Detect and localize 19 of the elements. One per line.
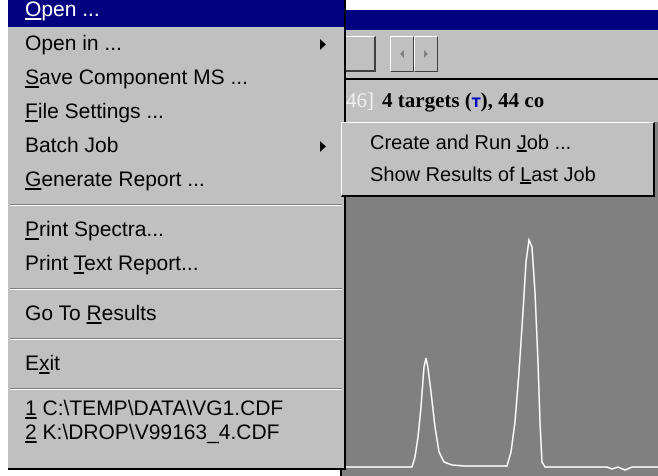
- menu-item[interactable]: Create and Run Job ...: [342, 127, 653, 159]
- menu-item[interactable]: Print Text Report...: [8, 247, 344, 281]
- right-arrow-button[interactable]: [414, 36, 438, 72]
- summary-text: 4 targets (T), 44 co: [382, 87, 544, 114]
- left-arrow-button[interactable]: [390, 36, 414, 72]
- left-arrow-icon: [400, 50, 404, 58]
- menu-item[interactable]: 2 K:\DROP\V99163_4.CDF: [8, 421, 344, 445]
- right-arrow-icon: [424, 50, 428, 58]
- menu-item[interactable]: Open in ...: [8, 27, 344, 61]
- menu-item[interactable]: Batch Job: [8, 129, 344, 163]
- menu-item[interactable]: Print Spectra...: [8, 213, 344, 247]
- menu-item[interactable]: Go To Results: [8, 297, 344, 331]
- menu-item[interactable]: Exit: [8, 347, 344, 381]
- menu-item[interactable]: Generate Report ...: [8, 163, 344, 197]
- menu-item[interactable]: Save Component MS ...: [8, 61, 344, 95]
- menu-item[interactable]: Open ...: [8, 0, 344, 27]
- menu-item[interactable]: File Settings ...: [8, 95, 344, 129]
- menu-item[interactable]: Show Results of Last Job: [342, 159, 653, 191]
- menu-item[interactable]: 1 C:\TEMP\DATA\VG1.CDF: [8, 397, 344, 421]
